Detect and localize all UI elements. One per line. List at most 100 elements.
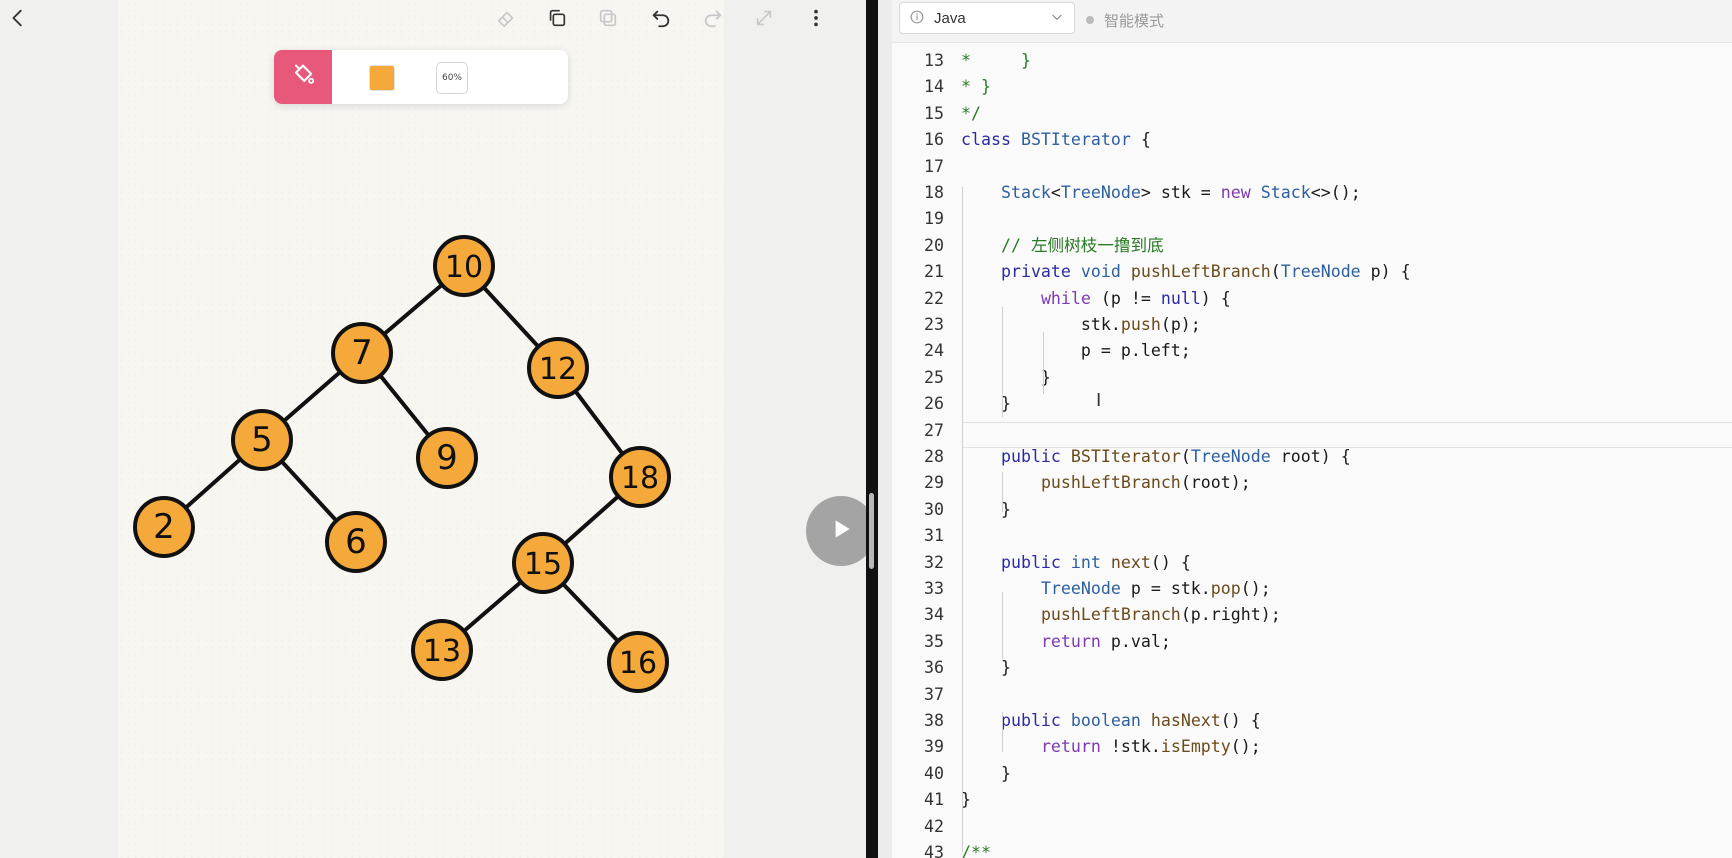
- code-token: (: [1180, 447, 1191, 466]
- line-number: 23: [924, 315, 944, 334]
- code-line: 31: [892, 523, 1732, 549]
- code-area[interactable]: 13 * } 14 * } 15 */16 class BSTIterator {17 18 …: [892, 42, 1732, 858]
- code-line: 23 stk.push(p);: [892, 312, 1732, 338]
- tree-node-18: 18: [609, 446, 671, 508]
- code-line: 37: [892, 682, 1732, 708]
- code-token: * }: [961, 77, 991, 97]
- code-token: class: [961, 130, 1011, 150]
- tree-node-7: 7: [331, 322, 393, 384]
- play-icon: [828, 516, 854, 546]
- line-content: Stack<TreeNode> stk = new Stack<>();: [961, 180, 1361, 206]
- line-number: 40: [924, 763, 944, 783]
- code-token: int: [1070, 552, 1101, 572]
- line-content: class BSTIterator {: [961, 127, 1151, 153]
- line-number: 38: [924, 711, 944, 730]
- code-line: 27: [892, 418, 1732, 444]
- code-token: p.val;: [1100, 631, 1171, 651]
- line-content: }: [961, 655, 1011, 681]
- tree-node-6: 6: [325, 511, 387, 573]
- line-content: }: [961, 761, 1011, 787]
- line-content: // 左侧树枝一撸到底: [961, 233, 1164, 259]
- split-divider-handle[interactable]: [869, 493, 874, 569]
- line-number: 15: [924, 103, 944, 123]
- code-line: 43 /**: [892, 840, 1732, 858]
- code-line: 32 public int next() {: [892, 550, 1732, 576]
- code-line: 14 * }: [892, 74, 1732, 100]
- code-token: null: [1160, 288, 1201, 308]
- line-number: 39: [924, 737, 944, 757]
- code-token: () {: [1150, 552, 1191, 572]
- code-token: (p.right);: [1180, 605, 1281, 625]
- code-token: pop: [1210, 579, 1241, 598]
- code-line: 35 return p.val;: [892, 629, 1732, 655]
- line-content: public boolean hasNext() {: [961, 708, 1261, 734]
- tree-node-15: 15: [512, 532, 574, 594]
- code-token: root) {: [1270, 447, 1351, 466]
- code-token: // 左侧树枝一撸到底: [1000, 235, 1164, 255]
- tree-node-label: 6: [345, 522, 367, 562]
- code-token: */: [961, 103, 981, 123]
- tree-node-label: 10: [445, 250, 483, 285]
- code-token: (p !=: [1090, 288, 1161, 308]
- code-token: hasNext: [1150, 711, 1221, 730]
- line-content: * }: [961, 48, 1031, 74]
- line-number: 24: [924, 341, 944, 361]
- line-number: 42: [924, 816, 944, 836]
- tree-node-label: 16: [619, 646, 657, 681]
- line-content: private void pushLeftBranch(TreeNode p) …: [961, 259, 1411, 285]
- language-select[interactable]: Java: [899, 2, 1075, 34]
- line-number: 13: [924, 51, 944, 70]
- code-token: TreeNode: [1190, 447, 1271, 466]
- line-number: 30: [924, 499, 944, 519]
- tree-node-label: 7: [351, 333, 373, 373]
- line-content: /**: [961, 840, 991, 858]
- code-token: p) {: [1360, 262, 1411, 282]
- code-line: 24 p = p.left;: [892, 338, 1732, 364]
- code-token: > stk =: [1140, 183, 1221, 202]
- line-number: 36: [924, 658, 944, 678]
- code-token: pushLeftBranch: [1040, 605, 1181, 625]
- code-token: /**: [961, 843, 991, 858]
- code-token: Stack: [1260, 183, 1311, 202]
- line-content: return !stk.isEmpty();: [961, 734, 1261, 760]
- line-number: 21: [924, 262, 944, 282]
- code-token: }: [961, 394, 1011, 414]
- line-content: public int next() {: [961, 550, 1191, 576]
- code-token: p = stk.: [1120, 579, 1211, 598]
- indent-guide: [962, 187, 963, 852]
- code-line: 15 */: [892, 101, 1732, 127]
- code-line: 28 public BSTIterator(TreeNode root) {: [892, 444, 1732, 470]
- code-token: (root);: [1180, 473, 1251, 493]
- line-number: 20: [924, 235, 944, 255]
- code-token: }: [961, 658, 1011, 678]
- tree-node-12: 12: [527, 337, 589, 399]
- tree-node-5: 5: [231, 409, 293, 471]
- smart-mode-toggle[interactable]: 智能模式: [1078, 8, 1164, 32]
- code-line: 20 // 左侧树枝一撸到底: [892, 233, 1732, 259]
- smart-mode-dot: [1086, 16, 1094, 24]
- code-line: 33 TreeNode p = stk.pop();: [892, 576, 1732, 602]
- code-token: * }: [961, 51, 1031, 70]
- code-token: () {: [1220, 711, 1261, 730]
- code-token: private: [1000, 262, 1071, 282]
- code-token: ();: [1240, 579, 1271, 598]
- code-token: return: [1040, 737, 1101, 757]
- tree-node-13: 13: [411, 619, 473, 681]
- editor-edge: [878, 0, 892, 858]
- code-token: BSTIterator: [1070, 447, 1181, 466]
- tree-node-label: 9: [436, 438, 458, 478]
- line-content: return p.val;: [961, 629, 1171, 655]
- code-token: return: [1040, 631, 1101, 651]
- code-token: public: [1000, 447, 1061, 466]
- tree-node-2: 2: [133, 496, 195, 558]
